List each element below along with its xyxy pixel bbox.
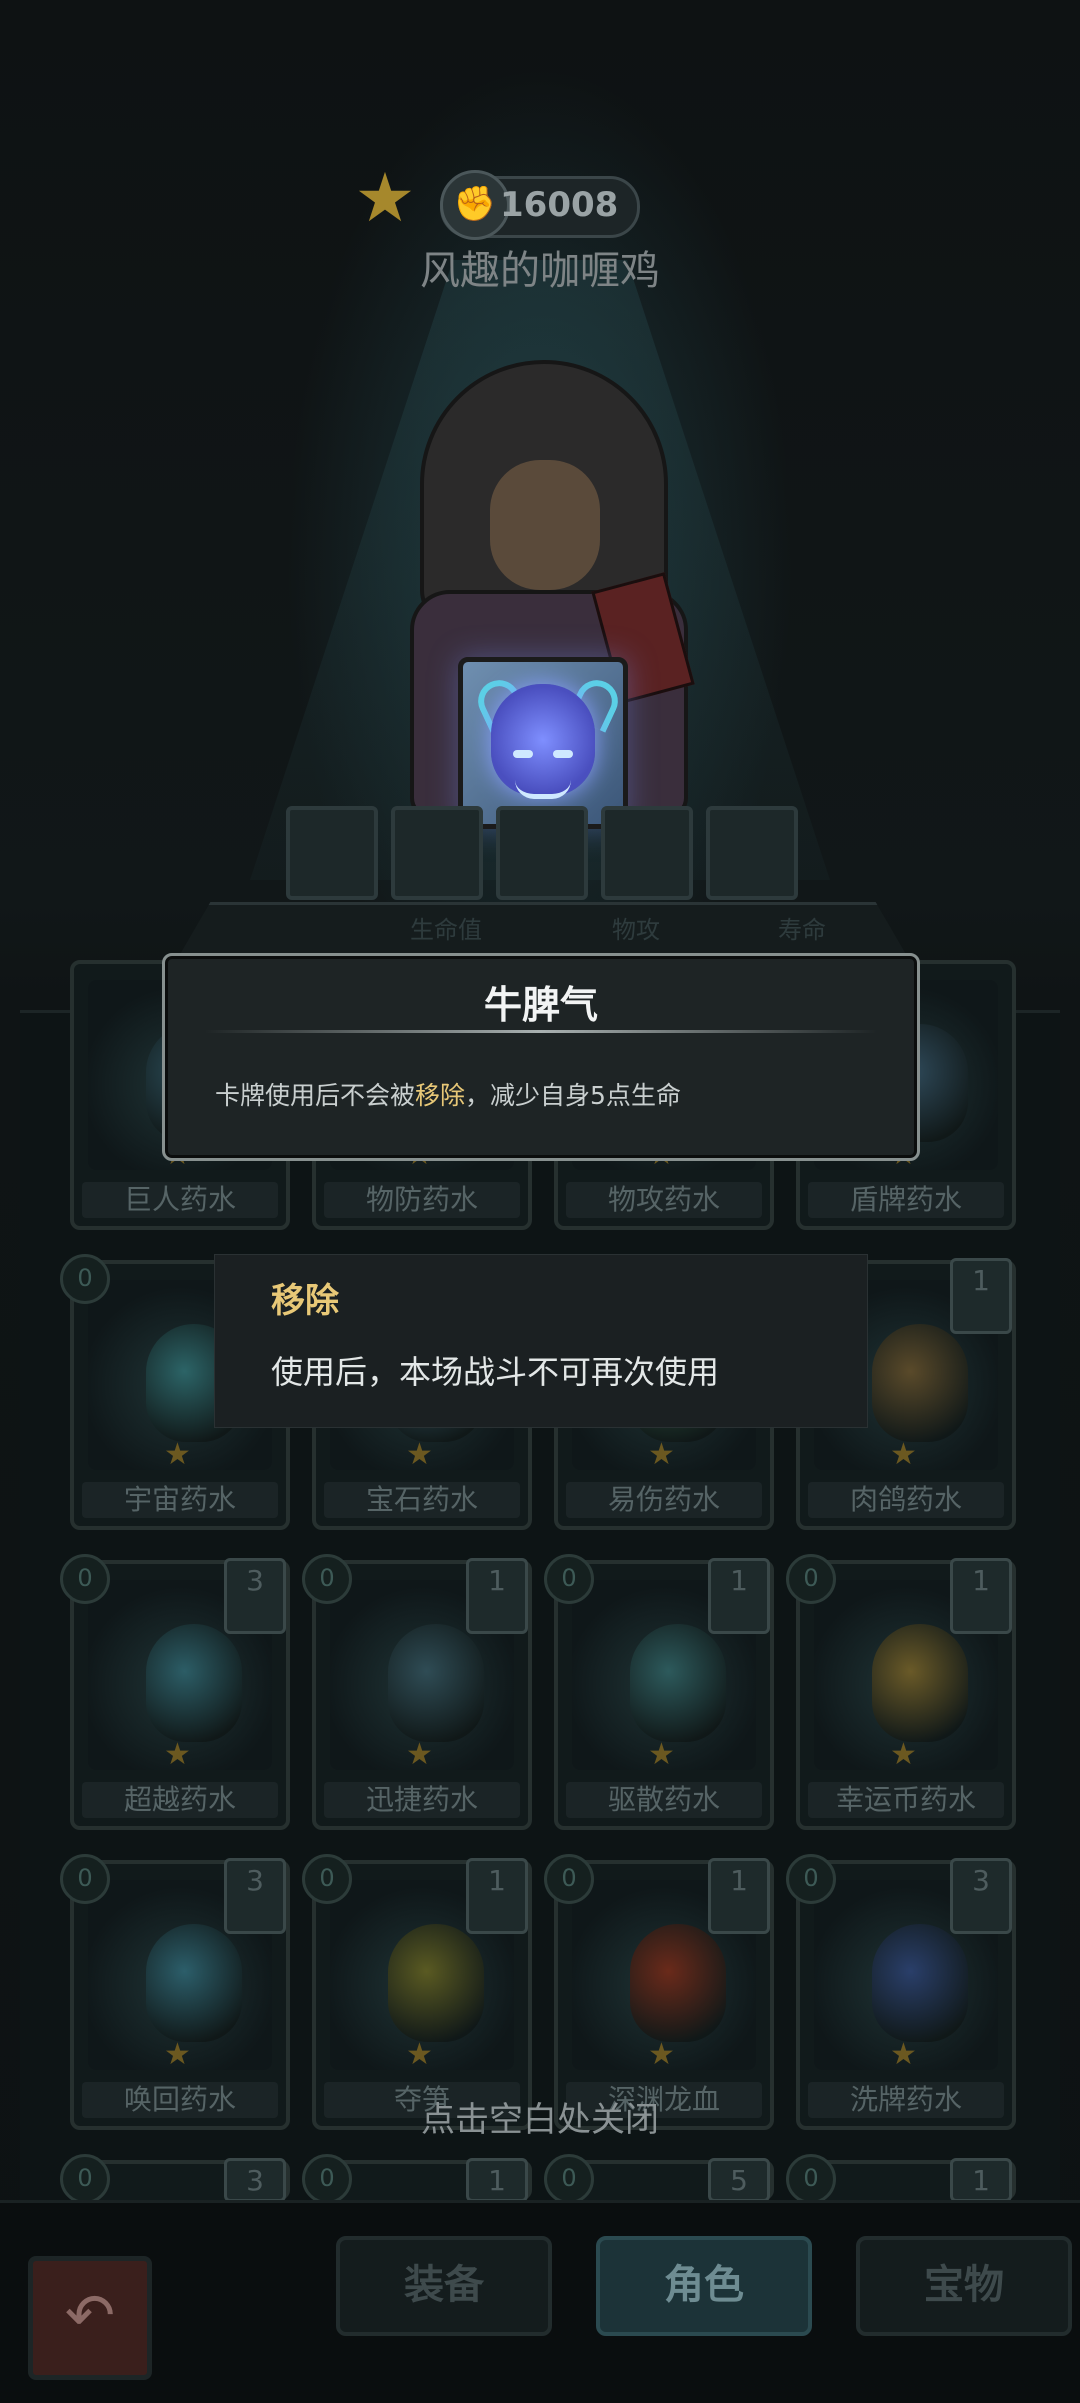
cost-badge: 0 <box>302 1554 352 1604</box>
count-badge: 1 <box>466 2158 528 2202</box>
skill-slot[interactable] <box>496 806 588 900</box>
potion-name: 肉鸽药水 <box>808 1482 1004 1518</box>
stat-label-lifespan: 寿命 <box>778 916 826 944</box>
count-badge: 1 <box>708 1558 770 1634</box>
count-badge: 1 <box>950 1558 1012 1634</box>
cost-badge: 0 <box>60 1554 110 1604</box>
back-button[interactable]: ↶ <box>28 2256 152 2380</box>
skill-slot[interactable] <box>706 806 798 900</box>
card-tooltip-title: 牛脾气 <box>483 983 598 1027</box>
potion-bottle-icon <box>630 1624 726 1742</box>
potion-card[interactable]: ★ 洗牌药水 0 3 <box>786 1854 1016 2130</box>
potion-bottle-icon <box>872 1924 968 2042</box>
star-icon: ★ <box>164 2037 191 2072</box>
close-hint[interactable]: 点击空白处关闭 <box>0 2092 1080 2141</box>
back-arrow-icon: ↶ <box>64 2281 116 2351</box>
potion-card[interactable]: ★ 深渊龙血 0 1 <box>544 1854 774 2130</box>
potion-card-partial[interactable]: 05 <box>544 2154 774 2204</box>
skill-slot[interactable] <box>601 806 693 900</box>
cost-badge: 0 <box>544 1554 594 1604</box>
potion-card[interactable]: ★ 夺笋 0 1 <box>302 1854 532 2130</box>
potion-bottle-icon <box>146 1924 242 2042</box>
potion-card[interactable]: ★ 超越药水 0 3 <box>60 1554 290 1830</box>
potion-name: 宇宙药水 <box>82 1482 278 1518</box>
potion-bottle-icon <box>630 1924 726 2042</box>
potion-card[interactable]: ★ 驱散药水 0 1 <box>544 1554 774 1830</box>
card-icon-bull-temper <box>458 657 628 829</box>
tab-equipment[interactable]: 装备 <box>336 2236 552 2336</box>
star-icon: ★ <box>648 1437 675 1472</box>
potion-bottle-icon <box>872 1324 968 1442</box>
stat-label-hp: 生命值 <box>410 916 482 944</box>
potion-name: 幸运币药水 <box>808 1782 1004 1818</box>
cost-badge: 0 <box>60 1254 110 1304</box>
potion-bottle-icon <box>388 1924 484 2042</box>
star-icon: ★ <box>406 2037 433 2072</box>
count-badge: 3 <box>950 1858 1012 1934</box>
potion-name: 易伤药水 <box>566 1482 762 1518</box>
skill-slot[interactable] <box>286 806 378 900</box>
star-icon: ★ <box>354 159 416 238</box>
skill-slot[interactable] <box>391 806 483 900</box>
potion-card-partial[interactable]: 01 <box>302 2154 532 2204</box>
star-icon: ★ <box>648 2037 675 2072</box>
tab-treasure[interactable]: 宝物 <box>856 2236 1072 2336</box>
count-badge: 1 <box>950 1258 1012 1334</box>
cost-badge: 0 <box>786 1554 836 1604</box>
potion-name: 物攻药水 <box>566 1182 762 1218</box>
count-badge: 5 <box>708 2158 770 2202</box>
keyword-tooltip: 移除 使用后，本场战斗不可再次使用 <box>214 1254 868 1428</box>
potion-name: 驱散药水 <box>566 1782 762 1818</box>
potion-name: 迅捷药水 <box>324 1782 520 1818</box>
count-badge: 1 <box>466 1858 528 1934</box>
cost-badge: 0 <box>302 2154 352 2204</box>
cost-badge: 0 <box>60 2154 110 2204</box>
star-icon: ★ <box>164 1437 191 1472</box>
divider <box>205 1030 877 1033</box>
card-tooltip-description: 卡牌使用后不会被移除，减少自身5点生命 <box>215 1081 681 1110</box>
count-badge: 1 <box>466 1558 528 1634</box>
cost-badge: 0 <box>786 2154 836 2204</box>
count-badge: 3 <box>224 2158 286 2202</box>
potion-card[interactable]: ★ 幸运币药水 0 1 <box>786 1554 1016 1830</box>
keyword-remove: 移除 <box>415 1081 466 1110</box>
keyword-tooltip-title: 移除 <box>271 1281 339 1321</box>
card-tooltip: 牛脾气 卡牌使用后不会被移除，减少自身5点生命 <box>162 953 920 1161</box>
potion-card[interactable]: ★ 迅捷药水 0 1 <box>302 1554 532 1830</box>
potion-name: 盾牌药水 <box>808 1182 1004 1218</box>
cost-badge: 0 <box>544 1854 594 1904</box>
cost-badge: 0 <box>302 1854 352 1904</box>
star-icon: ★ <box>406 1437 433 1472</box>
star-icon: ★ <box>164 1737 191 1772</box>
tab-character[interactable]: 角色 <box>596 2236 812 2336</box>
star-icon: ★ <box>890 2037 917 2072</box>
count-badge: 1 <box>708 1858 770 1934</box>
count-badge: 1 <box>950 2158 1012 2202</box>
keyword-tooltip-description: 使用后，本场战斗不可再次使用 <box>271 1353 720 1391</box>
potion-bottle-icon <box>146 1624 242 1742</box>
cost-badge: 0 <box>786 1854 836 1904</box>
star-icon: ★ <box>406 1737 433 1772</box>
potion-bottle-icon <box>388 1624 484 1742</box>
potion-bottle-icon <box>872 1624 968 1742</box>
potion-name: 巨人药水 <box>82 1182 278 1218</box>
player-name: 风趣的咖喱鸡 <box>420 248 660 294</box>
potion-name: 宝石药水 <box>324 1482 520 1518</box>
count-badge: 3 <box>224 1558 286 1634</box>
star-icon: ★ <box>648 1737 675 1772</box>
potion-name: 物防药水 <box>324 1182 520 1218</box>
cost-badge: 0 <box>544 2154 594 2204</box>
potion-card[interactable]: ★ 唤回药水 0 3 <box>60 1854 290 2130</box>
potion-card-partial[interactable]: 03 <box>60 2154 290 2204</box>
star-icon: ★ <box>890 1737 917 1772</box>
potion-name: 超越药水 <box>82 1782 278 1818</box>
cost-badge: 0 <box>60 1854 110 1904</box>
star-icon: ★ <box>890 1437 917 1472</box>
potion-card-partial[interactable]: 01 <box>786 2154 1016 2204</box>
score-value: 16008 <box>500 185 619 225</box>
stat-label-attack: 物攻 <box>612 916 660 944</box>
count-badge: 3 <box>224 1858 286 1934</box>
